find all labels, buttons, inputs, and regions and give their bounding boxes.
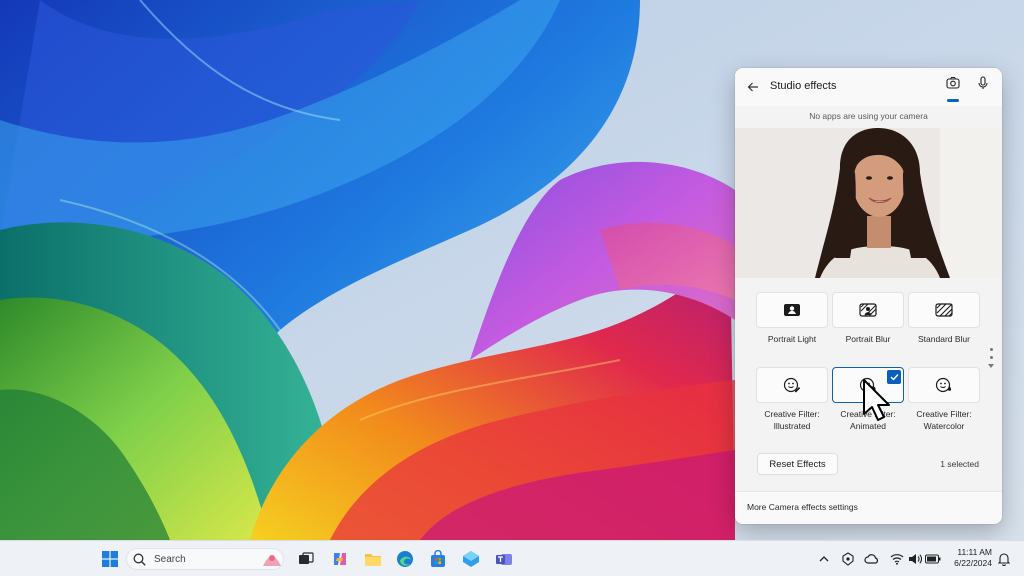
store-button[interactable] bbox=[428, 549, 448, 569]
watercolor-filter-icon bbox=[935, 377, 952, 393]
camera-preview bbox=[735, 128, 1002, 278]
effect-label: Portrait Blur bbox=[845, 334, 891, 344]
camera-settings-link[interactable]: More Camera effects settings bbox=[735, 491, 1002, 524]
chevron-up-icon bbox=[819, 556, 829, 562]
security-icon bbox=[842, 552, 854, 566]
effect-label: Creative Filter: Watercolor bbox=[916, 409, 972, 431]
search-icon bbox=[133, 553, 146, 566]
effect-standard-blur: Standard Blur bbox=[908, 292, 980, 345]
taskbar: Search 11:11 AM 6/22/2024 bbox=[0, 540, 1024, 576]
selected-count: 1 selected bbox=[940, 459, 979, 469]
store-icon bbox=[431, 550, 445, 567]
flyout-title: Studio effects bbox=[770, 80, 837, 92]
portrait-blur-icon bbox=[859, 303, 877, 317]
effect-label: Portrait Light bbox=[767, 334, 817, 344]
effect-portrait-light: Portrait Light bbox=[756, 292, 828, 345]
onedrive-tray-button[interactable] bbox=[864, 551, 880, 567]
camera-icon bbox=[946, 77, 960, 89]
file-explorer-icon bbox=[365, 554, 381, 566]
network-button[interactable] bbox=[889, 551, 905, 567]
search-placeholder: Search bbox=[154, 554, 186, 565]
photos-button[interactable] bbox=[461, 549, 481, 569]
teams-button[interactable] bbox=[494, 549, 514, 569]
camera-status-text: No apps are using your camera bbox=[809, 111, 928, 121]
effect-portrait-blur: Portrait Blur bbox=[832, 292, 904, 345]
tab-camera[interactable] bbox=[942, 76, 964, 102]
search-highlight-icon bbox=[263, 555, 281, 566]
onedrive-icon bbox=[864, 554, 879, 564]
microphone-icon bbox=[978, 76, 988, 89]
task-view-icon bbox=[299, 552, 314, 564]
notification-bell-icon bbox=[998, 553, 1010, 566]
portrait-light-icon bbox=[784, 304, 800, 316]
tab-microphone[interactable] bbox=[973, 76, 993, 98]
effect-creative-illustrated: Creative Filter: Illustrated bbox=[756, 367, 828, 432]
effect-creative-watercolor: Creative Filter: Watercolor bbox=[908, 367, 980, 432]
clock-date: 6/22/2024 bbox=[954, 558, 992, 568]
effect-label: Standard Blur bbox=[918, 334, 970, 344]
volume-icon bbox=[909, 554, 922, 564]
start-button[interactable] bbox=[100, 549, 120, 569]
edge-icon bbox=[397, 551, 413, 567]
wifi-icon bbox=[890, 554, 904, 565]
edge-button[interactable] bbox=[395, 549, 415, 569]
scroll-indicator[interactable] bbox=[988, 348, 994, 378]
notifications-button[interactable] bbox=[996, 551, 1012, 567]
taskbar-search[interactable]: Search bbox=[126, 548, 284, 570]
effect-tile-portrait-light[interactable] bbox=[756, 292, 828, 328]
effect-tile-watercolor[interactable] bbox=[908, 367, 980, 403]
effect-label: Creative Filter: Illustrated bbox=[764, 409, 820, 431]
footer-link-text: More Camera effects settings bbox=[747, 502, 858, 512]
security-tray-button[interactable] bbox=[840, 551, 856, 567]
taskbar-clock[interactable]: 11:11 AM 6/22/2024 bbox=[946, 547, 992, 569]
effect-tile-standard-blur[interactable] bbox=[908, 292, 980, 328]
flyout-header: Studio effects bbox=[735, 68, 1002, 106]
battery-icon bbox=[925, 554, 941, 564]
teams-icon bbox=[496, 554, 512, 565]
standard-blur-icon bbox=[935, 303, 953, 317]
photos-icon bbox=[463, 551, 479, 567]
battery-button[interactable] bbox=[925, 551, 941, 567]
effect-tile-portrait-blur[interactable] bbox=[832, 292, 904, 328]
volume-button[interactable] bbox=[907, 551, 923, 567]
task-view-button[interactable] bbox=[296, 549, 316, 569]
studio-effects-flyout: Studio effects No apps are using your ca… bbox=[735, 68, 1002, 524]
active-tab-indicator bbox=[947, 99, 959, 102]
reset-effects-button[interactable]: Reset Effects bbox=[757, 453, 838, 475]
show-hidden-icons-button[interactable] bbox=[816, 551, 832, 567]
clock-time: 11:11 AM bbox=[957, 547, 992, 557]
illustrated-filter-icon bbox=[783, 377, 801, 393]
file-explorer-button[interactable] bbox=[363, 549, 383, 569]
start-icon bbox=[102, 551, 118, 567]
back-arrow-icon bbox=[747, 82, 758, 92]
copilot-icon bbox=[334, 553, 346, 565]
mouse-cursor-icon bbox=[862, 378, 890, 422]
back-button[interactable] bbox=[743, 77, 763, 97]
copilot-button[interactable] bbox=[330, 549, 350, 569]
effect-tile-illustrated[interactable] bbox=[756, 367, 828, 403]
